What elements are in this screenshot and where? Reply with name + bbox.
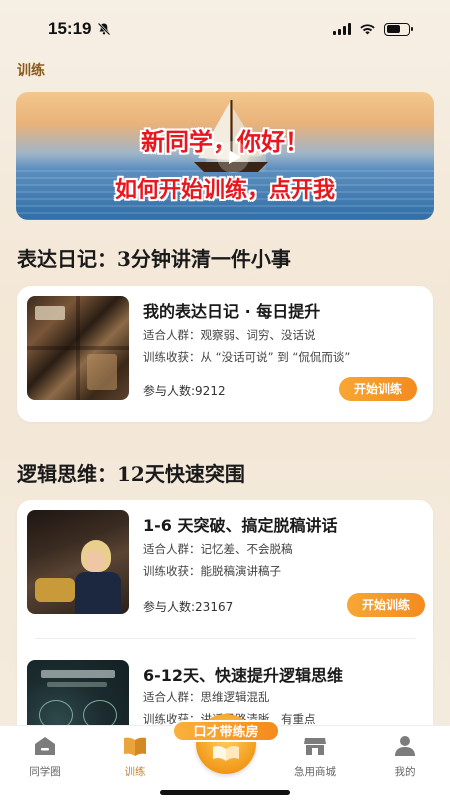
participant-count: 参与人数:23167	[143, 600, 234, 614]
course-gain: 训练收获：能脱稿演讲稿子	[143, 564, 281, 578]
start-training-button[interactable]: 开始训练	[347, 593, 425, 617]
divider	[35, 638, 415, 639]
course-thumbnail	[27, 510, 129, 614]
course-card: 我的表达日记 · 每日提升 适合人群：观察弱、词穷、没话说 训练收获：从 “没话…	[17, 286, 433, 422]
tab-label: 急用商城	[294, 766, 336, 778]
user-icon	[395, 736, 415, 756]
tab-classmates[interactable]: 同学圈	[10, 734, 80, 779]
wifi-icon	[360, 24, 375, 35]
course-audience: 适合人群：观察弱、词穷、没话说	[143, 328, 316, 342]
participant-count: 参与人数:9212	[143, 384, 226, 398]
clock-time: 15:19	[48, 19, 92, 38]
tab-label: 我的	[394, 766, 416, 778]
tab-training[interactable]: 训练	[100, 734, 170, 779]
book-icon	[124, 737, 146, 756]
battery-icon	[384, 22, 413, 36]
tab-me[interactable]: 我的	[370, 734, 440, 779]
section-title-logic-thinking: 逻辑思维：12天快速突围	[17, 462, 245, 486]
home-indicator	[160, 790, 290, 795]
bell-slash-icon	[98, 22, 111, 36]
banner-subheadline: 如何开始训练，点开我	[114, 177, 335, 203]
course-gain: 训练收获：从 “没话可说” 到 “侃侃而谈”	[143, 350, 351, 364]
start-training-button[interactable]: 开始训练	[339, 377, 417, 401]
tab-label: 训练	[124, 766, 146, 778]
course-title: 我的表达日记 · 每日提升	[143, 302, 321, 321]
center-badge-label: 口才带练房	[172, 720, 280, 742]
shop-icon	[304, 738, 326, 755]
tab-shop[interactable]: 急用商城	[280, 734, 350, 779]
signal-icon	[333, 23, 351, 35]
course-thumbnail	[27, 296, 129, 400]
course-title: 6-12天、快速提升逻辑思维	[143, 666, 344, 685]
play-icon[interactable]	[216, 140, 250, 174]
course-item[interactable]: 1-6 天突破、搞定脱稿讲话 适合人群：记忆差、不会脱稿 训练收获：能脱稿演讲稿…	[27, 510, 425, 620]
open-book-icon	[213, 745, 239, 761]
speech-practice-room-button[interactable]: 口才带练房	[172, 702, 280, 774]
page-title: 训练	[17, 63, 45, 79]
course-item[interactable]: 我的表达日记 · 每日提升 适合人群：观察弱、词穷、没话说 训练收获：从 “没话…	[27, 296, 423, 406]
intro-video-banner[interactable]: 新同学，你好！ 如何开始训练，点开我	[16, 92, 434, 220]
tab-label: 同学圈	[29, 766, 61, 778]
status-bar: 15:19	[0, 0, 450, 58]
classmates-icon	[35, 737, 55, 755]
section-title-expression-diary: 表达日记：3分钟讲清一件小事	[17, 247, 291, 271]
course-audience: 适合人群：记忆差、不会脱稿	[143, 542, 293, 556]
course-title: 1-6 天突破、搞定脱稿讲话	[143, 516, 338, 535]
